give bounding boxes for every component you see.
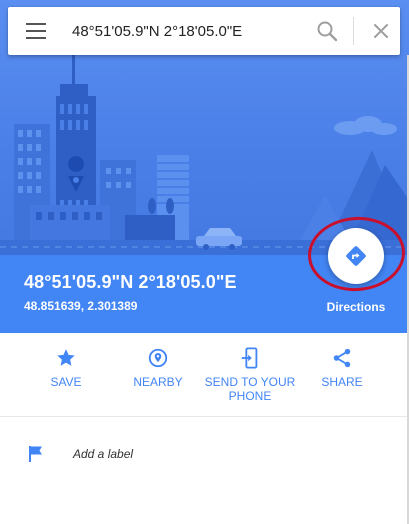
share-button[interactable]: SHARE [296,347,388,389]
close-icon[interactable] [369,19,393,43]
menu-icon[interactable] [26,23,46,39]
save-label: SAVE [50,375,82,389]
add-label-row[interactable]: Add a label [0,418,409,490]
search-divider [353,17,354,45]
action-row: SAVE NEARBY SEND TO YOUR PHONE SHARE [0,333,409,417]
nearby-pin-icon [148,348,168,368]
flag-icon [29,446,42,462]
place-decimal-coords: 48.851639, 2.301389 [24,299,138,313]
send-to-phone-button[interactable]: SEND TO YOUR PHONE [204,347,296,403]
save-button[interactable]: SAVE [20,347,112,389]
search-input[interactable] [72,19,302,43]
add-label-text: Add a label [73,447,134,461]
share-icon [333,348,351,368]
nearby-button[interactable]: NEARBY [112,347,204,389]
nearby-label: NEARBY [133,375,183,389]
send-to-phone-icon [241,347,258,369]
share-label: SHARE [321,375,363,389]
place-title: 48°51'05.9"N 2°18'05.0"E [24,272,237,292]
send-to-phone-label: SEND TO YOUR PHONE [204,375,296,403]
star-icon [57,349,75,366]
search-bar [8,7,400,55]
directions-label[interactable]: Directions [320,300,392,314]
search-icon[interactable] [315,19,339,43]
